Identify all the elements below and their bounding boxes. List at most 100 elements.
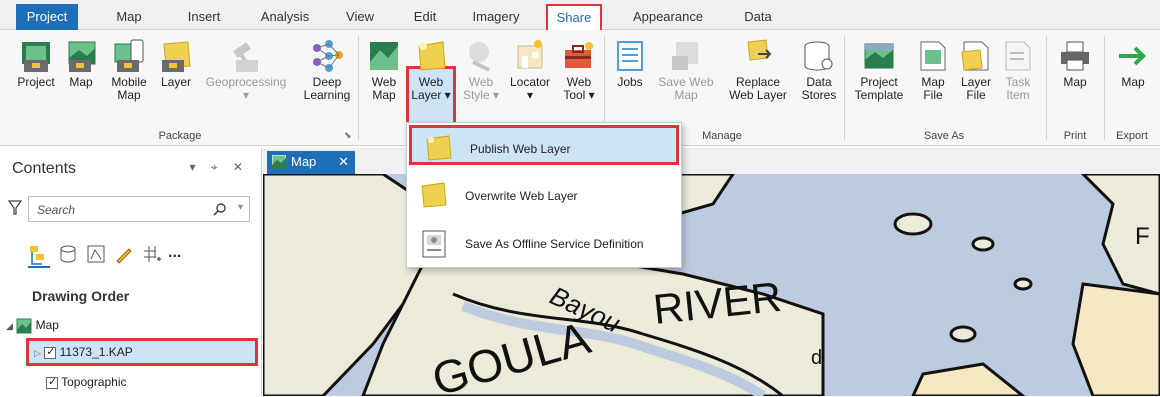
saveas-map-file-button[interactable]: Map File: [914, 38, 952, 102]
search-placeholder: Search: [37, 203, 76, 217]
tab-appearance[interactable]: Appearance: [626, 6, 710, 30]
package-project-button[interactable]: Project: [14, 38, 58, 89]
deep-learning-icon: [313, 40, 343, 72]
tab-project[interactable]: Project: [16, 4, 78, 30]
map-tab-label: Map: [291, 154, 317, 169]
service-definition-icon: [422, 230, 446, 258]
filter-funnel-icon[interactable]: [8, 200, 22, 216]
share-web-style-button[interactable]: Web Style ▾: [458, 38, 504, 102]
project-template-label-1: Project: [860, 75, 898, 89]
tab-view[interactable]: View: [338, 6, 382, 30]
mobile-map-label-2: Map: [117, 88, 141, 102]
task-item-icon: [1005, 41, 1031, 71]
pane-window-controls[interactable]: ▾ ⌖ ✕: [189, 160, 249, 175]
map-label-edge-f: F: [1135, 223, 1150, 250]
list-by-snapping-icon[interactable]: [142, 244, 162, 264]
island: [1013, 277, 1033, 291]
data-stores-label-1: Data: [806, 75, 832, 89]
package-project-label: Project: [17, 75, 55, 89]
task-item-label-1: Task: [1005, 75, 1031, 89]
tab-data[interactable]: Data: [736, 6, 780, 30]
web-style-icon: [469, 42, 490, 72]
replace-web-layer-icon: [747, 39, 772, 61]
print-group-label: Print: [1063, 130, 1087, 142]
tree-item-layer-11373[interactable]: ▷ 11373_1.KAP: [34, 345, 133, 367]
locator-dropdown: ▾: [526, 88, 534, 102]
manage-jobs-button[interactable]: Jobs: [610, 38, 650, 89]
tree-item-topographic[interactable]: Topographic: [46, 375, 127, 397]
search-options-chevron-icon[interactable]: ▾: [238, 202, 243, 213]
contents-pane: Contents ▾ ⌖ ✕ Search ▾ ... Drawing Orde…: [0, 148, 262, 396]
mobile-map-icon: [114, 39, 144, 72]
manage-save-web-map-button[interactable]: Save Web Map: [656, 38, 716, 102]
tab-map[interactable]: Map: [104, 6, 154, 30]
web-style-label-1: Web: [468, 75, 494, 89]
overwrite-web-layer-label: Overwrite Web Layer: [465, 189, 578, 203]
list-by-editing-pencil-icon[interactable]: [114, 244, 134, 264]
list-by-selection-icon[interactable]: [86, 244, 106, 264]
layer-visibility-checkbox[interactable]: [44, 345, 57, 359]
saveas-task-item-button[interactable]: Task Item: [998, 38, 1038, 102]
list-by-data-source-icon[interactable]: [58, 244, 78, 264]
package-deep-learning-button[interactable]: Deep Learning: [300, 38, 354, 102]
package-map-icon: [68, 41, 96, 72]
replace-web-layer-label-2: Web Layer: [729, 88, 787, 102]
tab-imagery[interactable]: Imagery: [466, 6, 526, 30]
geoprocessing-hammer-icon: [233, 42, 258, 72]
menu-item-overwrite-web-layer[interactable]: Overwrite Web Layer: [407, 175, 681, 215]
tab-analysis[interactable]: Analysis: [252, 6, 318, 30]
web-layer-icon: [418, 41, 446, 71]
saveas-layer-file-button[interactable]: Layer File: [956, 38, 996, 102]
collapse-triangle-icon[interactable]: ◢: [6, 321, 13, 331]
web-layer-label-1: Web: [418, 75, 444, 89]
saveas-project-template-button[interactable]: Project Template: [850, 38, 908, 102]
publish-web-layer-icon: [426, 135, 452, 161]
save-web-map-label-1: Save Web: [658, 75, 714, 89]
menu-item-publish-web-layer[interactable]: Publish Web Layer: [409, 125, 679, 165]
search-icon[interactable]: [213, 202, 227, 216]
share-web-tool-button[interactable]: Web Tool ▾: [556, 38, 602, 102]
tree-item-map[interactable]: ◢ Map: [6, 318, 59, 340]
jobs-list-icon: [617, 41, 643, 71]
manage-data-stores-button[interactable]: Data Stores: [798, 38, 840, 102]
group-separator: [1104, 36, 1105, 140]
map-drawing: Bayou RIVER GOULA F d: [263, 174, 1160, 396]
drawing-order-heading: Drawing Order: [32, 288, 130, 304]
share-web-map-button[interactable]: Web Map: [364, 38, 404, 102]
map-canvas[interactable]: Bayou RIVER GOULA F d: [263, 174, 1160, 396]
package-geoprocessing-button[interactable]: Geoprocessing ▾: [198, 38, 294, 102]
overwrite-web-layer-icon: [421, 182, 447, 208]
contents-search-input[interactable]: Search ▾: [28, 196, 250, 222]
tab-share[interactable]: Share: [546, 4, 602, 31]
close-map-tab-icon[interactable]: ✕: [338, 151, 349, 173]
tab-map-view[interactable]: Map ✕: [267, 151, 355, 174]
project-template-icon: [864, 43, 894, 69]
tab-insert[interactable]: Insert: [176, 6, 232, 30]
web-tool-label-1: Web: [566, 75, 592, 89]
package-layer-button[interactable]: Layer: [156, 38, 196, 89]
menu-item-save-offline-sd[interactable]: Save As Offline Service Definition: [407, 223, 681, 263]
topographic-visibility-checkbox[interactable]: [46, 375, 58, 389]
package-layer-icon: [162, 41, 191, 72]
land-tan-east: [1071, 282, 1160, 396]
task-item-label-2: Item: [1006, 88, 1030, 102]
land-tan-se: [911, 362, 1026, 396]
layer-file-label-2: File: [966, 88, 986, 102]
package-mobile-map-button[interactable]: Mobile Map: [104, 38, 154, 102]
manage-replace-web-layer-button[interactable]: Replace Web Layer: [720, 38, 796, 102]
map-tab-icon: [272, 155, 286, 169]
export-map-button[interactable]: Map: [1110, 38, 1156, 89]
share-locator-button[interactable]: Locator ▾: [504, 38, 556, 102]
more-options-button[interactable]: ...: [168, 244, 181, 262]
map-label: Map: [35, 318, 59, 333]
tab-edit[interactable]: Edit: [406, 6, 444, 30]
package-map-button[interactable]: Map: [62, 38, 100, 89]
list-by-drawing-order-icon[interactable]: [28, 244, 50, 268]
share-web-layer-button[interactable]: Web Layer ▾: [408, 38, 454, 102]
group-separator: [358, 36, 359, 140]
island: [893, 212, 933, 236]
package-dialog-launcher-icon[interactable]: ⬊: [344, 130, 352, 141]
expand-triangle-icon[interactable]: ▷: [34, 348, 41, 358]
jobs-label: Jobs: [617, 75, 643, 89]
print-map-button[interactable]: Map: [1052, 38, 1098, 89]
